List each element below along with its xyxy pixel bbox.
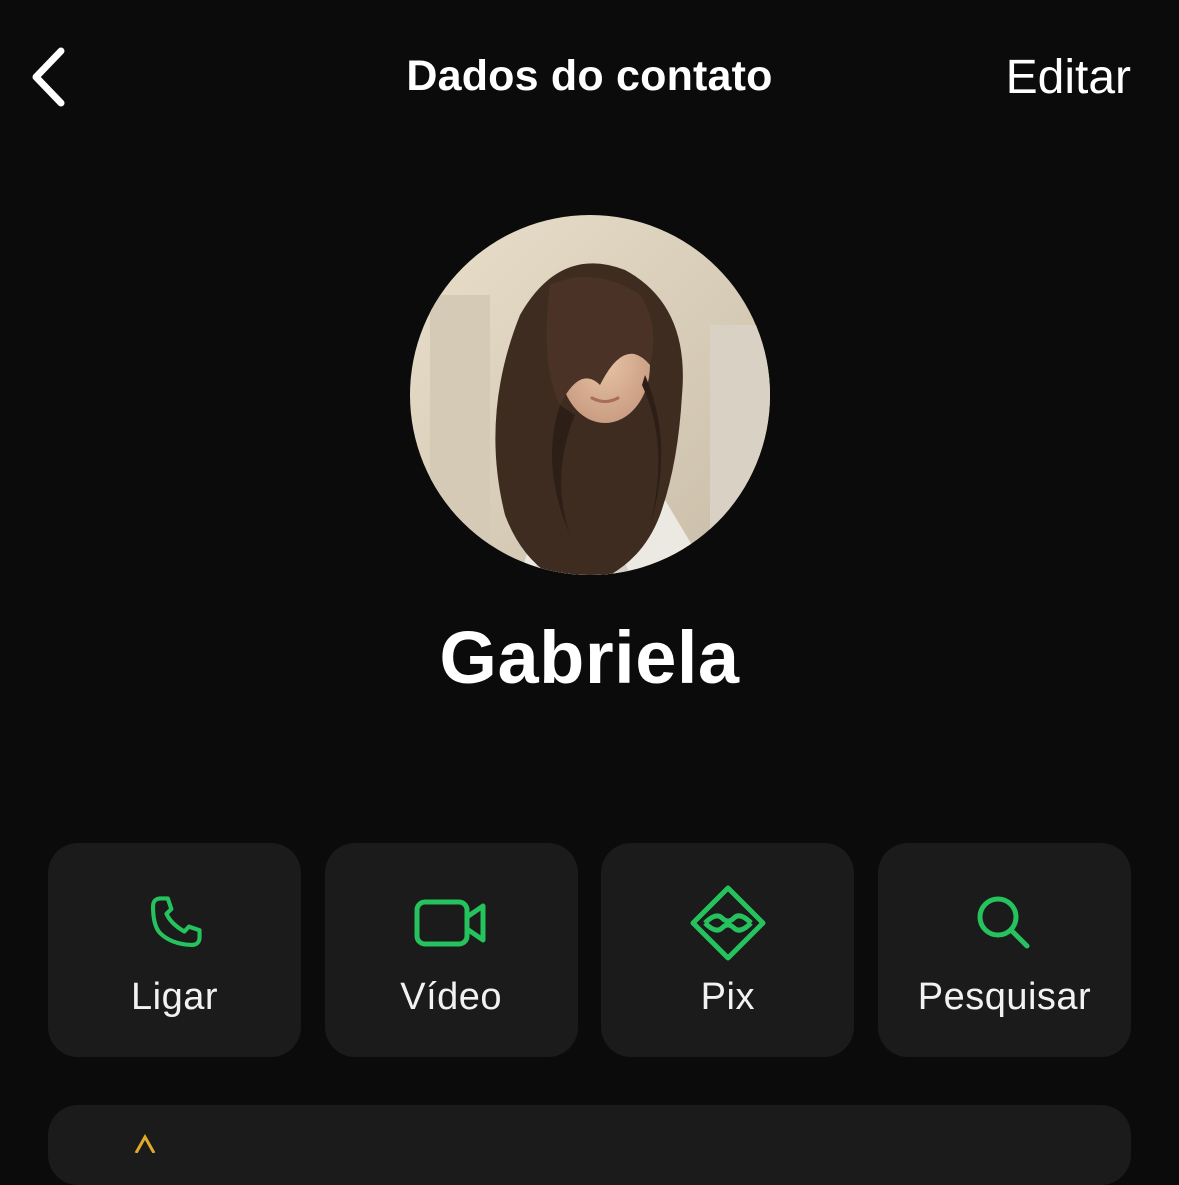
search-button[interactable]: Pesquisar <box>877 843 1131 1057</box>
quick-actions: Ligar Vídeo Pix Pesquisar <box>48 843 1131 1057</box>
video-button[interactable]: Vídeo <box>324 843 578 1057</box>
phone-icon <box>135 883 215 963</box>
call-label: Ligar <box>131 976 218 1018</box>
avatar[interactable] <box>410 215 770 575</box>
edit-button[interactable]: Editar <box>1006 50 1131 105</box>
navigation-bar: Dados do contato Editar <box>0 0 1179 150</box>
info-card[interactable] <box>48 1105 1131 1185</box>
partial-icon <box>134 1133 156 1153</box>
pix-icon <box>688 883 768 963</box>
search-label: Pesquisar <box>917 976 1092 1018</box>
contact-name: Gabriela <box>439 616 740 699</box>
profile-photo <box>410 215 770 575</box>
pix-button[interactable]: Pix <box>601 843 855 1057</box>
search-icon <box>964 883 1044 963</box>
call-button[interactable]: Ligar <box>48 843 301 1057</box>
video-label: Vídeo <box>400 976 503 1018</box>
video-camera-icon <box>411 883 491 963</box>
page-title: Dados do contato <box>406 52 773 100</box>
pix-label: Pix <box>700 976 755 1018</box>
